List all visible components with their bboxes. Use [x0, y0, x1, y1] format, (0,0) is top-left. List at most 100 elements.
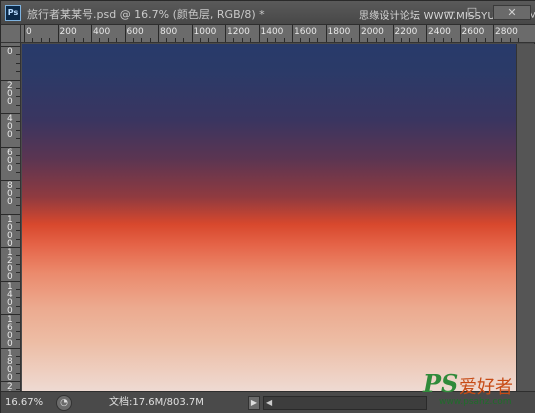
ruler-tick-label: 2000 [361, 27, 384, 37]
site-logo-url: www.psahz.com [439, 397, 512, 407]
ruler-minor-tick [16, 272, 20, 274]
ruler-minor-tick [16, 62, 20, 64]
ruler-minor-tick [16, 163, 20, 165]
ruler-minor-tick [16, 255, 20, 257]
ruler-minor-tick [16, 221, 20, 223]
ruler-minor-tick [132, 38, 134, 42]
ruler-minor-tick [116, 38, 118, 42]
ruler-major-tick [91, 25, 92, 42]
ruler-minor-tick [16, 372, 20, 374]
ruler-minor-tick [16, 364, 20, 366]
ruler-tick-label: 2400 [428, 27, 451, 37]
document-window: Ps 旅行者某某号.psd @ 16.7% (颜色层, RGB/8) * 思缘设… [0, 0, 535, 413]
ruler-minor-tick [375, 38, 377, 42]
ruler-minor-tick [451, 38, 453, 42]
ruler-minor-tick [16, 96, 20, 98]
ruler-minor-tick [233, 38, 235, 42]
ruler-minor-tick [367, 38, 369, 42]
ruler-minor-tick [16, 297, 20, 299]
ruler-minor-tick [442, 38, 444, 42]
ruler-tick-label: 1200 [227, 27, 250, 37]
minimize-button[interactable]: — [441, 5, 459, 20]
ruler-minor-tick [16, 355, 20, 357]
ruler-major-tick [292, 25, 293, 42]
ruler-major-tick [124, 25, 126, 42]
ruler-minor-tick [16, 339, 20, 341]
ruler-minor-tick [16, 230, 20, 232]
ruler-minor-tick [65, 38, 67, 42]
ruler-minor-tick [518, 38, 520, 42]
ruler-minor-tick [317, 38, 319, 42]
ruler-major-tick [325, 25, 327, 42]
ruler-minor-tick [308, 38, 310, 42]
ruler-minor-tick [49, 38, 51, 42]
horizontal-ruler[interactable]: 0 200 400 600 800 1000 1200 1400 1600 1800 2000 220… [21, 25, 535, 43]
ruler-tick-label: 2800 [495, 27, 518, 37]
ruler-minor-tick [16, 238, 20, 240]
ruler-tick-digit: 0 [7, 197, 13, 207]
site-logo: PS 爱好者 www.psahz.com [421, 367, 533, 411]
ruler-minor-tick [241, 38, 243, 42]
ruler-major-tick [426, 25, 427, 42]
ruler-minor-tick [384, 38, 386, 42]
horizontal-scrollbar[interactable]: ◀ [263, 396, 427, 410]
ruler-minor-tick [16, 138, 20, 140]
ruler-minor-tick [16, 171, 20, 173]
ruler-minor-tick [283, 38, 285, 42]
ruler-major-tick [493, 25, 494, 42]
image-canvas[interactable] [22, 44, 516, 391]
ruler-tick-digit: 0 [7, 163, 13, 174]
ruler-minor-tick [484, 38, 486, 42]
ruler-tick-label: 1400 [260, 27, 284, 37]
site-logo-ps: PS [423, 369, 459, 398]
ruler-tick-label: 1000 [193, 27, 217, 37]
ruler-major-tick [225, 25, 226, 42]
ruler-minor-tick [40, 38, 42, 42]
ruler-minor-tick [99, 38, 101, 42]
ruler-minor-tick [141, 38, 143, 42]
vertical-scrollbar[interactable] [516, 44, 535, 391]
ruler-major-tick [459, 25, 461, 42]
ruler-minor-tick [183, 38, 185, 42]
photoshop-app-icon: Ps [5, 5, 21, 21]
ruler-minor-tick [16, 288, 20, 290]
ruler-minor-tick [16, 322, 20, 324]
ruler-minor-tick [16, 305, 20, 307]
ruler-major-tick [359, 25, 360, 42]
ruler-tick-label: 1600 [294, 27, 317, 37]
ruler-major-tick [24, 25, 25, 42]
ruler-tick-label: 800 [160, 27, 178, 37]
ruler-minor-tick [300, 38, 302, 42]
close-button[interactable]: ✕ [493, 5, 531, 20]
status-menu-arrow-icon[interactable]: ▶ [248, 396, 260, 410]
ruler-minor-tick [275, 38, 277, 42]
ruler-minor-tick [501, 38, 503, 42]
ruler-minor-tick [82, 38, 84, 42]
zoom-info-icon[interactable]: ◔ [56, 395, 72, 411]
ruler-major-tick [158, 25, 159, 42]
ruler-origin[interactable] [1, 25, 21, 43]
document-size-info: 文档:17.6M/803.7M [109, 397, 204, 408]
ruler-minor-tick [476, 38, 478, 42]
ruler-tick-label: 0 [26, 27, 32, 37]
ruler-major-tick [392, 25, 394, 42]
ruler-tick-label: 2200 [394, 27, 418, 37]
zoom-level-field[interactable]: 16.67% [5, 395, 51, 411]
ruler-minor-tick [16, 154, 20, 156]
ruler-minor-tick [16, 263, 20, 265]
vertical-ruler[interactable]: 0200400600800100012001400160018002000 [1, 43, 21, 391]
ruler-tick-label: 2600 [461, 27, 485, 37]
document-title: 旅行者某某号.psd @ 16.7% (颜色层, RGB/8) * [27, 8, 265, 21]
ruler-tick-label: 400 [93, 27, 111, 37]
ruler-minor-tick [409, 38, 411, 42]
ruler-minor-tick [350, 38, 352, 42]
ruler-minor-tick [16, 121, 20, 123]
title-bar[interactable]: Ps 旅行者某某号.psd @ 16.7% (颜色层, RGB/8) * 思缘设… [1, 1, 535, 25]
maximize-button[interactable]: □ [463, 5, 481, 20]
ruler-minor-tick [166, 38, 168, 42]
ruler-minor-tick [417, 38, 419, 42]
ruler-tick-label: 200 [59, 27, 77, 37]
ruler-major-tick [57, 25, 59, 42]
ruler-tick-digit: 0 [7, 96, 13, 107]
scroll-left-icon[interactable]: ◀ [266, 397, 272, 409]
